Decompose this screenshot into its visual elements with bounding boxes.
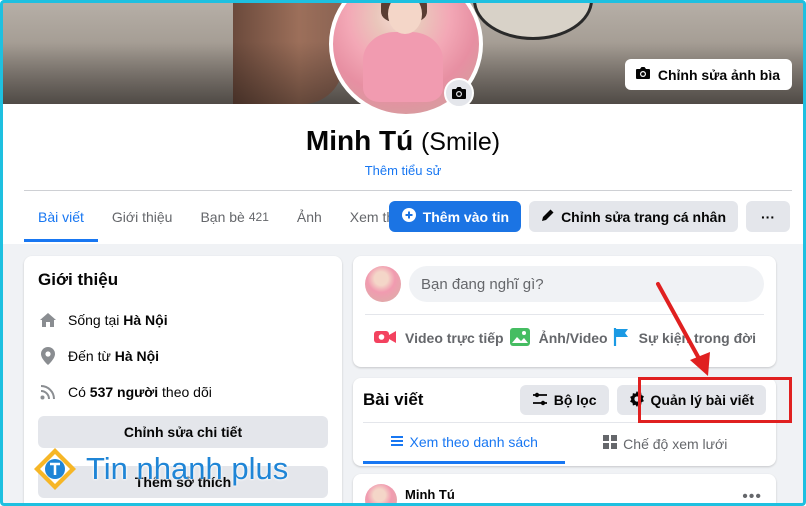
- photo-icon: [509, 327, 531, 350]
- edit-cover-label: Chỉnh sửa ảnh bìa: [657, 66, 780, 83]
- list-icon: [390, 434, 404, 450]
- sliders-icon: [532, 392, 548, 409]
- intro-lives: Sống tại Hà Nội: [38, 302, 328, 338]
- list-view-tab[interactable]: Xem theo danh sách: [363, 423, 565, 464]
- add-to-story-button[interactable]: Thêm vào tin: [388, 201, 522, 232]
- grid-icon: [603, 435, 618, 452]
- edit-details-button[interactable]: Chỉnh sửa chi tiết: [38, 416, 328, 448]
- profile-nickname: (Smile): [420, 128, 501, 156]
- rss-icon: [38, 384, 58, 400]
- watermark: Tin nhanh plus: [32, 446, 288, 492]
- camera-icon: [635, 66, 651, 83]
- avatar-camera-icon[interactable]: [444, 78, 474, 108]
- edit-cover-button[interactable]: Chỉnh sửa ảnh bìa: [624, 59, 792, 90]
- post-item: Minh Tú •••: [353, 474, 776, 506]
- posts-title: Bài viết: [363, 390, 424, 409]
- post-options-icon[interactable]: •••: [742, 488, 762, 506]
- intro-from: Đến từ Hà Nội: [38, 338, 328, 374]
- photo-video-button[interactable]: Ảnh/Video: [509, 323, 608, 353]
- edit-profile-button[interactable]: Chỉnh sửa trang cá nhân: [529, 201, 738, 232]
- pencil-icon: [541, 208, 555, 225]
- filter-button[interactable]: Bộ lọc: [519, 385, 609, 415]
- intro-title: Giới thiệu: [38, 270, 119, 289]
- location-pin-icon: [38, 347, 58, 365]
- tab-about[interactable]: Giới thiệu: [98, 192, 187, 242]
- video-camera-icon: [373, 328, 397, 349]
- plus-circle-icon: [401, 207, 417, 226]
- grid-view-tab[interactable]: Chế độ xem lưới: [565, 423, 767, 464]
- tab-photos[interactable]: Ảnh: [283, 192, 336, 242]
- watermark-text: Tin nhanh plus: [86, 451, 289, 486]
- tab-posts[interactable]: Bài viết: [24, 192, 98, 242]
- divider: [24, 190, 792, 191]
- profile-actions: Thêm vào tin Chỉnh sửa trang cá nhân ···: [388, 201, 790, 232]
- profile-name: Minh Tú (Smile): [305, 125, 501, 156]
- profile-tabs: Bài viết Giới thiệu Bạn bè 421 Ảnh Xem th…: [24, 192, 444, 242]
- add-bio-link[interactable]: Thêm tiểu sử: [0, 163, 806, 178]
- intro-followers: Có 537 người theo dõi: [38, 374, 328, 410]
- tab-friends[interactable]: Bạn bè 421: [186, 192, 282, 242]
- live-video-button[interactable]: Video trực tiếp: [373, 323, 504, 353]
- highlight-box: [638, 377, 792, 423]
- watermark-logo-icon: [34, 448, 76, 490]
- post-author[interactable]: Minh Tú: [405, 487, 455, 502]
- red-arrow-icon: [656, 282, 710, 376]
- avatar: [365, 484, 397, 506]
- more-options-button[interactable]: ···: [746, 201, 790, 232]
- home-icon: [38, 312, 58, 328]
- friends-count: 421: [248, 210, 269, 224]
- avatar: [365, 266, 401, 302]
- flag-icon: [613, 327, 631, 350]
